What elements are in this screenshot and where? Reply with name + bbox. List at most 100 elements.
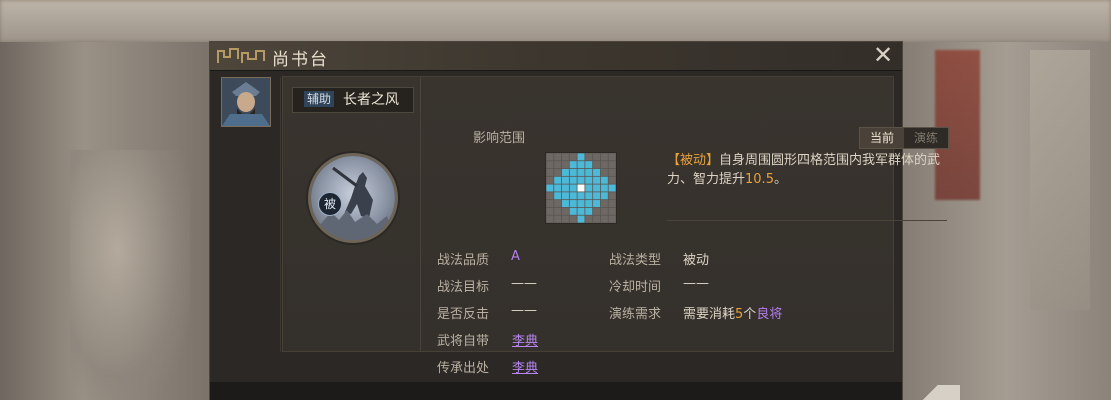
range-cell <box>561 176 569 184</box>
range-cell <box>577 168 585 176</box>
range-cell <box>569 176 577 184</box>
range-cell <box>577 161 585 169</box>
empty-cell <box>608 153 616 161</box>
stats-separator <box>667 220 947 221</box>
empty-cell <box>554 207 562 215</box>
empty-cell <box>608 161 616 169</box>
general-link[interactable]: 李典 <box>512 330 538 349</box>
practice-unit: 个 <box>743 307 757 322</box>
range-grid <box>545 152 617 224</box>
range-cell <box>546 184 554 192</box>
skill-description: 【被动】自身周围圆形四格范围内我军群体的武力、智力提升10.5。 <box>667 151 962 189</box>
close-icon: ✕ <box>872 41 894 69</box>
empty-cell <box>561 215 569 223</box>
description-value: 10.5 <box>745 172 774 187</box>
window-title: 尚书台 <box>272 50 329 70</box>
empty-cell <box>554 200 562 208</box>
range-cell <box>608 184 616 192</box>
skill-detail-dialog: 尚书台 ✕ 辅助 长者之风 被 影响范围 当前 演练 【被动】自身周围圆形四格范… <box>210 42 949 400</box>
type-value: 被动 <box>683 253 710 268</box>
range-cell <box>569 168 577 176</box>
range-cell <box>554 192 562 200</box>
general-avatar-icon <box>222 78 270 126</box>
bottom-strip <box>210 382 902 400</box>
skill-header: 辅助 长者之风 <box>292 87 414 113</box>
empty-cell <box>569 153 577 161</box>
range-cell <box>585 168 593 176</box>
range-cell <box>577 215 585 223</box>
range-cell <box>561 168 569 176</box>
empty-cell <box>593 153 601 161</box>
practice-prefix: 需要消耗 <box>683 307 736 322</box>
empty-cell <box>569 215 577 223</box>
range-cell <box>554 184 562 192</box>
empty-cell <box>608 168 616 176</box>
range-cell <box>569 161 577 169</box>
background-flag <box>1030 50 1090 310</box>
passive-badge: 被 <box>318 192 342 216</box>
tab-bar: 当前 演练 <box>859 127 949 149</box>
range-cell <box>569 184 577 192</box>
inherit-label: 传承出处 <box>437 361 490 376</box>
range-cell <box>561 192 569 200</box>
counter-label: 是否反击 <box>437 307 490 322</box>
empty-cell <box>593 161 601 169</box>
range-cell <box>569 200 577 208</box>
panel-separator <box>420 77 421 351</box>
empty-cell <box>546 207 554 215</box>
range-cell <box>585 207 593 215</box>
range-cell <box>600 176 608 184</box>
range-cell <box>577 192 585 200</box>
title-bar: 尚书台 ✕ <box>210 42 902 71</box>
general-label: 武将自带 <box>437 334 490 349</box>
background-top <box>0 0 1111 42</box>
inherit-link[interactable]: 李典 <box>512 357 538 376</box>
range-cell <box>585 161 593 169</box>
cooldown-value: —— <box>683 276 709 291</box>
cooldown-label: 冷却时间 <box>609 280 662 295</box>
range-cell <box>561 200 569 208</box>
tab-practice[interactable]: 演练 <box>904 128 948 148</box>
empty-cell <box>600 215 608 223</box>
empty-cell <box>593 207 601 215</box>
range-label: 影响范围 <box>473 131 526 146</box>
empty-cell <box>546 200 554 208</box>
range-cell <box>593 168 601 176</box>
background-figure <box>70 150 190 400</box>
empty-cell <box>600 168 608 176</box>
tab-current[interactable]: 当前 <box>860 128 904 148</box>
practice-item: 良将 <box>756 307 783 322</box>
empty-cell <box>608 215 616 223</box>
range-cell <box>600 184 608 192</box>
target-label: 战法目标 <box>437 280 490 295</box>
range-center-cell <box>577 184 585 192</box>
empty-cell <box>554 168 562 176</box>
empty-cell <box>546 192 554 200</box>
range-cell <box>585 200 593 208</box>
general-portrait[interactable] <box>221 77 271 127</box>
empty-cell <box>608 176 616 184</box>
range-cell <box>593 176 601 184</box>
skill-name: 长者之风 <box>343 92 399 108</box>
empty-cell <box>585 153 593 161</box>
range-cell <box>600 192 608 200</box>
empty-cell <box>546 215 554 223</box>
description-suffix: 。 <box>773 172 787 187</box>
quality-label: 战法品质 <box>437 253 490 268</box>
range-cell <box>585 176 593 184</box>
empty-cell <box>546 153 554 161</box>
description-tag: 【被动】 <box>667 153 720 168</box>
corner-decoration <box>900 385 960 400</box>
range-cell <box>577 200 585 208</box>
range-cell <box>554 176 562 184</box>
empty-cell <box>600 161 608 169</box>
range-cell <box>585 184 593 192</box>
empty-cell <box>608 192 616 200</box>
range-cell <box>593 184 601 192</box>
empty-cell <box>600 153 608 161</box>
ornament-icon <box>217 48 265 63</box>
close-button[interactable]: ✕ <box>872 43 894 67</box>
range-cell <box>569 192 577 200</box>
empty-cell <box>546 161 554 169</box>
empty-cell <box>585 215 593 223</box>
